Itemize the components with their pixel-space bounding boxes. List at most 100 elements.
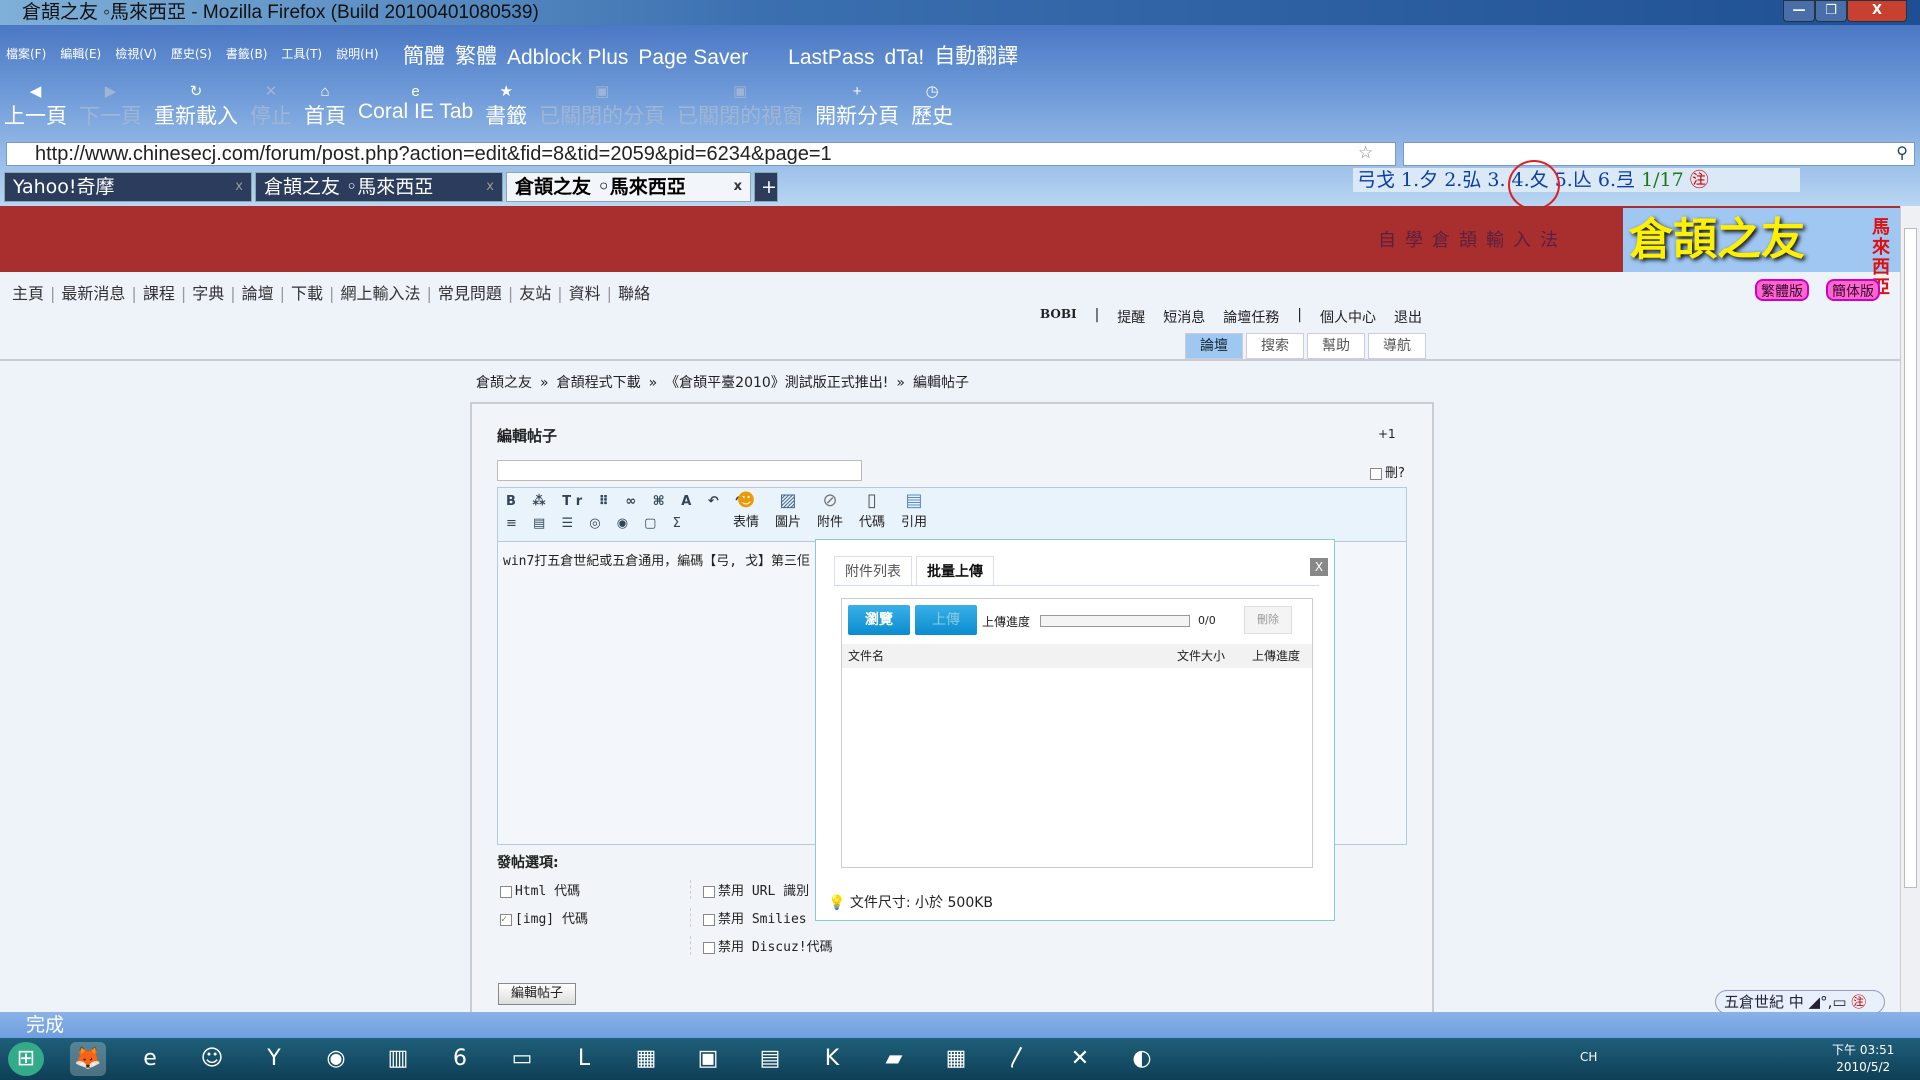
nav-link[interactable]: 論壇 [242, 284, 274, 303]
checkbox[interactable] [500, 885, 512, 898]
menu-bookmarks[interactable]: 書籤(B) [226, 47, 268, 61]
kaspersky-task-icon[interactable]: K [814, 1042, 850, 1076]
lastpass-button[interactable]: LastPass [788, 46, 874, 70]
toolbar-button-5[interactable]: e Coral IE Tab [358, 84, 473, 130]
app-l-task-icon[interactable]: L [566, 1042, 602, 1076]
app-task-icon[interactable]: 6 [442, 1042, 478, 1076]
nav-link[interactable]: 友站 [519, 284, 551, 303]
tray-language[interactable]: CH [1580, 1050, 1597, 1064]
search-icon[interactable]: ⚲ [1896, 143, 1908, 162]
menu-history[interactable]: 歷史(S) [171, 47, 212, 61]
tab-attachment-list[interactable]: 附件列表 [834, 556, 912, 585]
tab-close-icon[interactable]: x [486, 173, 494, 201]
checkbox[interactable] [703, 885, 715, 898]
toolbar-button-8[interactable]: ▣ 已關閉的視窗 [677, 84, 803, 130]
toolbar-button-6[interactable]: ★ 書籤 [485, 84, 527, 130]
nav-link[interactable]: 資料 [569, 284, 601, 303]
option-img[interactable]: ✓ [img] 代碼 [500, 908, 700, 927]
nav-link[interactable]: 下載 [291, 284, 323, 303]
option-discuz[interactable]: 禁用 Discuz!代碼 [690, 936, 890, 955]
tab-cj-active[interactable]: 倉頡之友 ◦馬來西亞 x [506, 172, 751, 202]
code-button[interactable]: ▯ 代碼 [858, 490, 886, 530]
ime-toolbar[interactable]: 五倉世紀 中 ◢°,▭ ㊟ [1715, 990, 1885, 1014]
app-blue-task-icon[interactable]: 〳 [1000, 1042, 1036, 1076]
checkbox-checked[interactable]: ✓ [500, 913, 512, 926]
scrollbar-thumb[interactable] [1904, 228, 1917, 888]
dta-button[interactable]: dTa! [885, 46, 925, 70]
tab-navigation[interactable]: 導航 [1368, 333, 1426, 359]
upload-button[interactable]: 上傳 [915, 605, 977, 635]
yahoo-messenger-task-icon[interactable]: Y [256, 1042, 292, 1076]
nav-link[interactable]: 課程 [143, 284, 175, 303]
clock[interactable]: 下午 03:51 2010/5/2 [1832, 1042, 1894, 1076]
option-html[interactable]: Html 代碼 [500, 880, 700, 899]
simplified-version-button[interactable]: 簡体版 [1826, 279, 1880, 301]
plus-one[interactable]: +1 [1378, 427, 1396, 441]
toolbar-button-9[interactable]: + 開新分頁 [815, 84, 899, 130]
nav-link[interactable]: 最新消息 [61, 284, 125, 303]
toolbar-button-3[interactable]: ✕ 停止 [250, 84, 292, 130]
menu-edit[interactable]: 編輯(E) [60, 47, 101, 61]
tab-forum[interactable]: 論壇 [1185, 333, 1243, 359]
auto-translate-button[interactable]: 自動翻譯 [934, 40, 1018, 70]
checkbox[interactable] [703, 913, 715, 926]
nav-link[interactable]: 常見問題 [438, 284, 502, 303]
ime-candidates[interactable]: 弓戈 1.夕 2.弘 3. 4.夂 5.亾 6.弖 [1357, 169, 1635, 191]
toolbar-button-1[interactable]: ▶ 下一頁 [79, 84, 142, 130]
network-task-icon[interactable]: ▦ [628, 1042, 664, 1076]
nav-link[interactable]: 主頁 [12, 284, 44, 303]
nav-link[interactable]: 字典 [192, 284, 224, 303]
minimize-button[interactable]: — [1783, 0, 1815, 22]
submit-edit-button[interactable]: 編輯帖子 [498, 983, 576, 1005]
recycle-task-icon[interactable]: ▥ [380, 1042, 416, 1076]
start-button[interactable]: ⊞ [8, 1042, 44, 1076]
folder-lock-task-icon[interactable]: ▤ [752, 1042, 788, 1076]
toolbar-button-10[interactable]: ◷ 歷史 [911, 84, 953, 130]
format-buttons[interactable]: B ⁂ Tr ⠿ ∞ ⌘ A ↶ ↷ [506, 494, 752, 509]
breadcrumb-item[interactable]: 《倉頡平臺2010》測試版正式推出! [665, 375, 888, 391]
emoticon-button[interactable]: ☻ 表情 [732, 490, 760, 530]
page-scrollbar[interactable] [1900, 206, 1920, 1012]
quote-button[interactable]: ▤ 引用 [900, 490, 928, 530]
restore-button[interactable]: ❐ [1815, 0, 1847, 22]
breadcrumb-item[interactable]: 倉頡之友 [476, 375, 532, 391]
simplified-button[interactable]: 簡體 [403, 40, 445, 70]
menu-file[interactable]: 檔案(F) [6, 47, 46, 61]
menu-view[interactable]: 檢視(V) [115, 47, 157, 61]
nav-link[interactable]: 網上輸入法 [340, 284, 420, 303]
attachment-button[interactable]: ⊘ 附件 [816, 490, 844, 530]
traditional-button[interactable]: 繁體 [455, 40, 497, 70]
link-profile[interactable]: 個人中心 [1320, 307, 1376, 327]
calculator-task-icon[interactable]: ▦ [938, 1042, 974, 1076]
toolbar-button-2[interactable]: ↻ 重新載入 [154, 84, 238, 130]
menu-tools[interactable]: 工具(T) [281, 47, 322, 61]
traditional-version-button[interactable]: 繁體版 [1755, 279, 1809, 301]
adblock-button[interactable]: Adblock Plus [507, 46, 628, 70]
ie-task-icon[interactable]: e [132, 1042, 168, 1076]
tab-yahoo[interactable]: Yahoo!奇摩 x [4, 172, 252, 202]
firefox-task-icon[interactable]: 🦊 [70, 1042, 106, 1076]
tab-close-icon[interactable]: x [235, 173, 243, 201]
browse-button[interactable]: 瀏覽 [848, 605, 910, 635]
delete-checkbox[interactable]: 刪? [1370, 462, 1405, 481]
checkbox[interactable] [1370, 467, 1382, 480]
username[interactable]: BOBI [1040, 307, 1077, 327]
nav-link[interactable]: 聯絡 [618, 284, 650, 303]
url-bar[interactable]: http://www.chinesecj.com/forum/post.php?… [6, 142, 1396, 166]
tab-batch-upload[interactable]: 批量上傳 [916, 556, 994, 585]
app-x-task-icon[interactable]: ✕ [1062, 1042, 1098, 1076]
computer-task-icon[interactable]: ▭ [504, 1042, 540, 1076]
delete-button[interactable]: 刪除 [1244, 606, 1292, 634]
page-saver-button[interactable]: Page Saver [638, 46, 748, 70]
toolbar-button-7[interactable]: ▣ 已關閉的分頁 [539, 84, 665, 130]
new-tab-button[interactable]: + [754, 172, 778, 202]
link-logout[interactable]: 退出 [1394, 307, 1422, 327]
align-buttons[interactable]: ≡ ▤ ☰ ◎ ◉ ▢ Σ [506, 516, 687, 531]
tab-cj-1[interactable]: 倉頡之友 ◦馬來西亞 x [255, 172, 503, 202]
terminal-task-icon[interactable]: ▣ [690, 1042, 726, 1076]
close-button[interactable]: X [1847, 0, 1907, 22]
tab-search[interactable]: 搜索 [1246, 333, 1304, 359]
search-input[interactable]: ⚲ [1403, 142, 1915, 166]
menu-help[interactable]: 說明(H) [336, 47, 378, 61]
breadcrumb-item[interactable]: 倉頡程式下載 [557, 375, 641, 391]
